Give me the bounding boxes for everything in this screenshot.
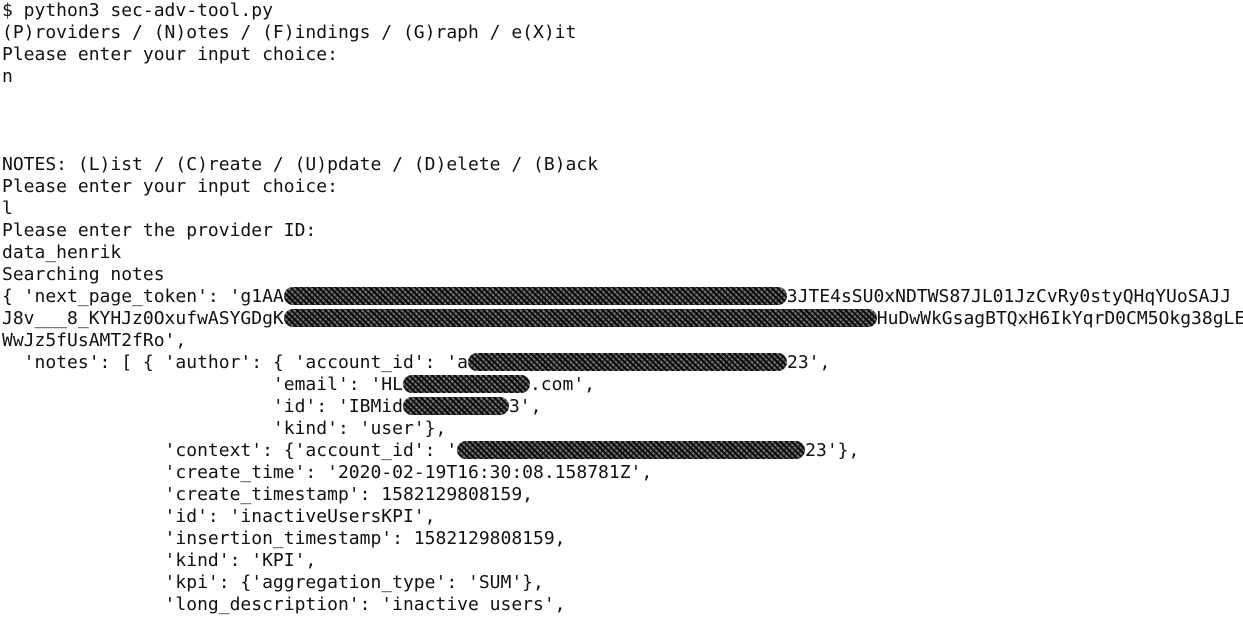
user-input-text: l	[2, 198, 13, 219]
output-line: 'id': 'IBMid 3',	[2, 396, 1243, 418]
create-time-text: 'create_time': '2020-02-19T16:30:08.1587…	[2, 462, 653, 483]
id-note-text: 'id': 'inactiveUsersKPI',	[2, 506, 436, 527]
main-menu-text: (P)roviders / (N)otes / (F)indings / (G)…	[2, 22, 577, 43]
user-input-text: n	[2, 66, 13, 87]
user-input-line: n	[2, 66, 1243, 88]
output-line: J8v___8_KYHJz0OxufwASYGDgK HuDwWkGsagBTQx…	[2, 308, 1243, 330]
provider-input-line: data_henrik	[2, 242, 1243, 264]
redaction-scribble	[402, 397, 509, 415]
main-menu-line: (P)roviders / (N)otes / (F)indings / (G)…	[2, 22, 1243, 44]
author-text-end: 23',	[787, 352, 831, 373]
token-text-end: 3JTE4sSU0xNDTWS87JL01JzCvRy0styQHqYUoSAJ…	[786, 286, 1232, 307]
create-timestamp-text: 'create_timestamp': 1582129808159,	[2, 484, 534, 505]
redaction-scribble	[457, 441, 806, 459]
provider-prompt-text: Please enter the provider ID:	[2, 220, 317, 241]
output-line: 'kpi': {'aggregation_type': 'SUM'},	[2, 572, 1243, 594]
redaction-scribble	[402, 375, 530, 393]
id-text-start: 'id': 'IBMid	[2, 396, 403, 417]
provider-input-text: data_henrik	[2, 242, 122, 263]
id-text-end: 3',	[508, 396, 542, 417]
output-line: 'context': {'account_id': ' 23'},	[2, 440, 1243, 462]
command-line: $ python3 sec-adv-tool.py	[2, 0, 1243, 22]
email-text-start: 'email': 'HL	[2, 374, 403, 395]
output-line: WwJz5fUsAMT2fRo',	[2, 330, 1243, 352]
insertion-timestamp-text: 'insertion_timestamp': 1582129808159,	[2, 528, 566, 549]
output-line: { 'next_page_token': 'g1AA 3JTE4sSU0xNDTW…	[2, 286, 1243, 308]
output-line: 'notes': [ { 'author': { 'account_id': '…	[2, 352, 1243, 374]
token-text: WwJz5fUsAMT2fRo',	[2, 330, 187, 351]
kind-kpi-text: 'kind': 'KPI',	[2, 550, 317, 571]
token-text-start: { 'next_page_token': 'g1AA	[2, 286, 284, 307]
output-line: 'insertion_timestamp': 1582129808159,	[2, 528, 1243, 550]
notes-menu-text: NOTES: (L)ist / (C)reate / (U)pdate / (D…	[2, 154, 599, 175]
notes-menu-line: NOTES: (L)ist / (C)reate / (U)pdate / (D…	[2, 154, 1243, 176]
output-line: 'kind': 'KPI',	[2, 550, 1243, 572]
prompt-line: Please enter your input choice:	[2, 176, 1243, 198]
context-text-end: 23'},	[805, 440, 860, 461]
terminal-output[interactable]: $ python3 sec-adv-tool.py (P)roviders / …	[2, 0, 1243, 617]
redaction-scribble	[283, 287, 787, 305]
status-line: Searching notes	[2, 264, 1243, 286]
output-line: 'create_time': '2020-02-19T16:30:08.1587…	[2, 462, 1243, 484]
output-line: 'id': 'inactiveUsersKPI',	[2, 506, 1243, 528]
status-text: Searching notes	[2, 264, 165, 285]
kpi-text: 'kpi': {'aggregation_type': 'SUM'},	[2, 572, 544, 593]
output-line: 'kind': 'user'},	[2, 418, 1243, 440]
output-line: 'email': 'HL .com',	[2, 374, 1243, 396]
kind-text: 'kind': 'user'},	[2, 418, 447, 439]
redaction-scribble	[283, 309, 877, 327]
command-text: $ python3 sec-adv-tool.py	[2, 0, 273, 21]
prompt-line: Please enter your input choice:	[2, 44, 1243, 66]
provider-prompt-line: Please enter the provider ID:	[2, 220, 1243, 242]
email-text-end: .com',	[529, 374, 595, 395]
redaction-scribble	[468, 353, 787, 371]
prompt-text: Please enter your input choice:	[2, 44, 338, 65]
output-line: 'long_description': 'inactive users',	[2, 594, 1243, 616]
output-line: 'create_timestamp': 1582129808159,	[2, 484, 1243, 506]
prompt-text: Please enter your input choice:	[2, 176, 338, 197]
long-description-text: 'long_description': 'inactive users',	[2, 594, 566, 615]
author-text-start: 'notes': [ { 'author': { 'account_id': '…	[2, 352, 468, 373]
token-text-end: HuDwWkGsagBTQxH6IkYqrD0CM5Okg38gLECPvQ4w…	[876, 308, 1243, 329]
user-input-line: l	[2, 198, 1243, 220]
context-text-start: 'context': {'account_id': '	[2, 440, 458, 461]
token-text-start: J8v___8_KYHJz0OxufwASYGDgK	[2, 308, 284, 329]
